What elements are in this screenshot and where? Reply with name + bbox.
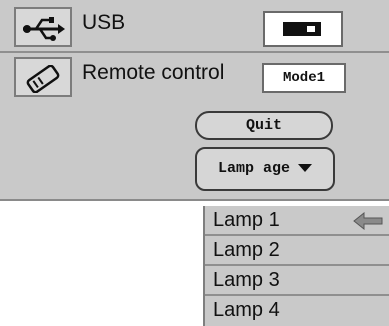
lamp-menu-item[interactable]: Lamp 4	[205, 296, 389, 326]
lamp-menu-item[interactable]: Lamp 3	[205, 266, 389, 296]
lamp-menu-item-label: Lamp 1	[213, 209, 280, 231]
remote-mode-value[interactable]: Mode1	[262, 63, 346, 93]
settings-panel: USB Remote control Mode1 Quit Lamp age	[0, 0, 389, 201]
battery-plug-icon	[283, 22, 321, 36]
selected-arrow-icon	[353, 211, 383, 236]
lamp-menu-item-label: Lamp 2	[213, 239, 280, 261]
lamp-menu-item-label: Lamp 4	[213, 299, 280, 321]
remote-control-label: Remote control	[82, 61, 225, 84]
usb-icon[interactable]	[14, 7, 72, 47]
lamp-age-label: Lamp age	[217, 160, 290, 177]
usb-row[interactable]: USB	[0, 3, 389, 53]
usb-value-box[interactable]	[263, 11, 343, 47]
remote-control-row[interactable]: Remote control Mode1	[0, 53, 389, 103]
quit-button[interactable]: Quit	[195, 111, 333, 140]
lamp-menu-item-label: Lamp 3	[213, 269, 280, 291]
lamp-dropdown-menu: Lamp 1 Lamp 2 Lamp 3 Lamp 4	[203, 206, 389, 326]
chevron-down-icon	[298, 164, 312, 173]
remote-icon[interactable]	[14, 57, 72, 97]
lamp-menu-item[interactable]: Lamp 1	[205, 206, 389, 236]
lamp-menu-item[interactable]: Lamp 2	[205, 236, 389, 266]
usb-label: USB	[82, 11, 126, 34]
lamp-age-dropdown[interactable]: Lamp age	[195, 147, 335, 191]
